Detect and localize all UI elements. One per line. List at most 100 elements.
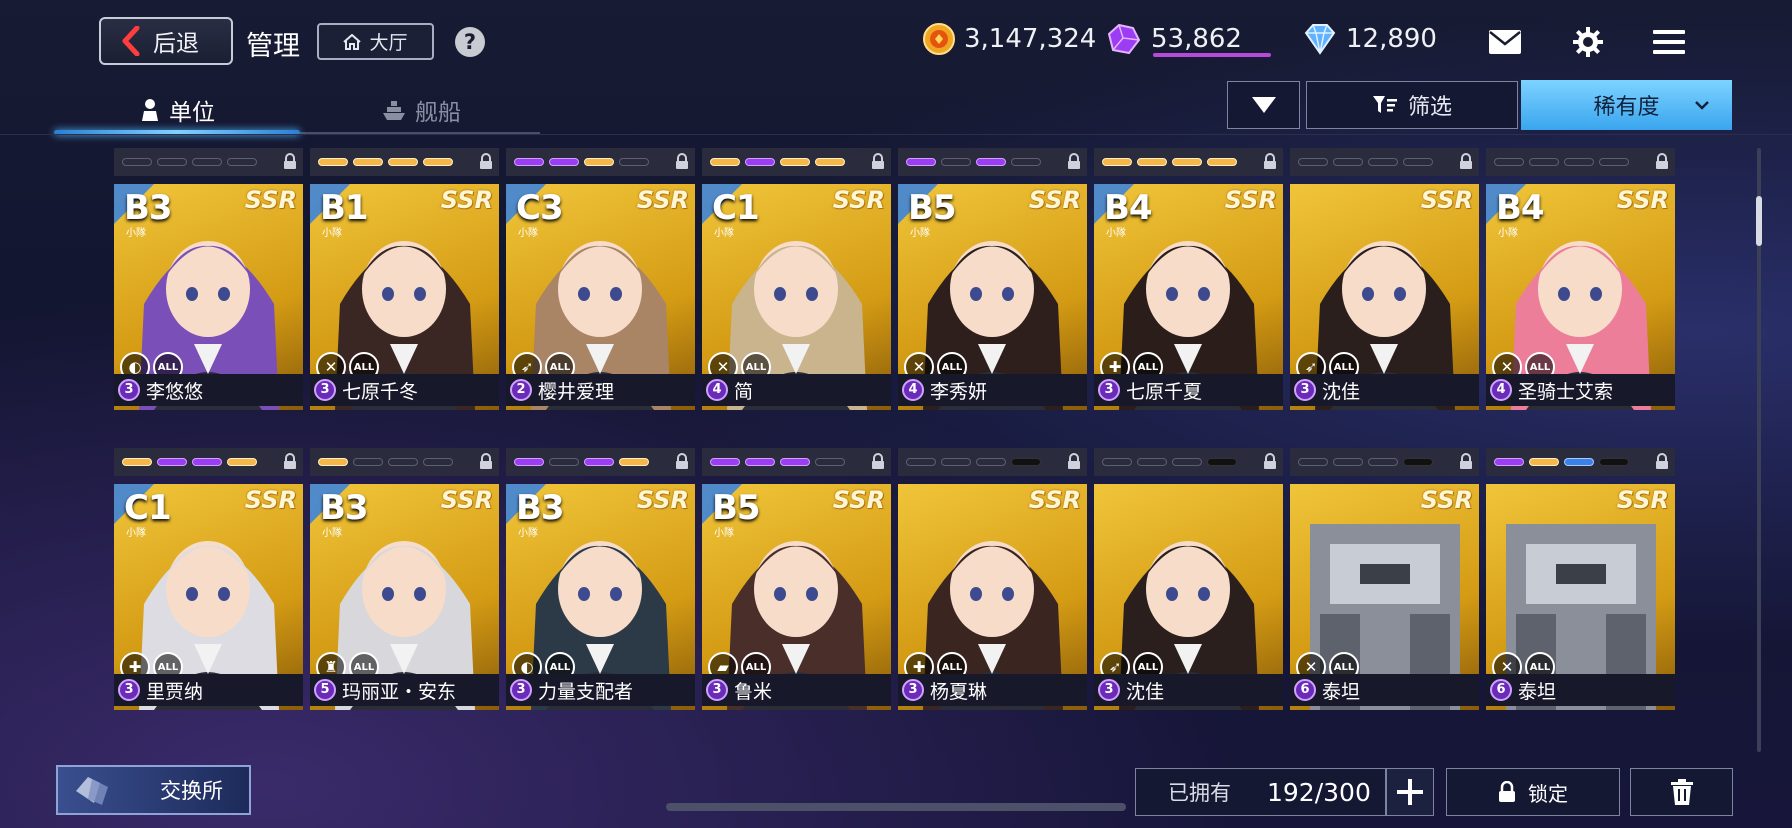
header-divider	[0, 134, 1792, 135]
lock-icon[interactable]	[479, 453, 493, 470]
rarity-badge: SSR	[440, 486, 493, 514]
unit-name: 沈佳	[1322, 380, 1361, 403]
sort-rarity-label: 稀有度	[1593, 95, 1660, 120]
squad-rank: B3	[516, 488, 565, 528]
unit-card[interactable]: ➶ALLLv.3★★★★★★3沈佳	[1094, 448, 1283, 710]
tab-ships[interactable]: 舰船	[382, 90, 461, 130]
squad-rank: C1	[124, 488, 172, 528]
back-button[interactable]: 后退	[99, 17, 233, 65]
lock-icon[interactable]	[871, 453, 885, 470]
name-row: 3 力量支配者	[506, 674, 695, 706]
unit-card[interactable]: B5小隊SSR✕ALLLv.90★★★★★★4李秀妍	[898, 148, 1087, 410]
lock-icon[interactable]	[1263, 453, 1277, 470]
rarity-badge: SSR	[440, 186, 493, 214]
rarity-badge: SSR	[1028, 486, 1081, 514]
dismiss-unit-button[interactable]	[1630, 768, 1733, 816]
squad-label: 小隊	[518, 528, 538, 539]
triangle-down-icon	[1251, 97, 1276, 113]
gear-slot-pip	[549, 458, 579, 466]
lobby-button[interactable]: 大厅	[317, 23, 434, 60]
gear-slot-pip	[1564, 458, 1594, 466]
filter-button[interactable]: 筛选	[1306, 81, 1518, 129]
lock-icon[interactable]	[1067, 453, 1081, 470]
squad-label: 小隊	[126, 528, 146, 539]
vertical-scroll-thumb[interactable]	[1756, 196, 1762, 246]
expand-capacity-button[interactable]	[1386, 768, 1434, 816]
lock-icon[interactable]	[1655, 453, 1669, 470]
class-badge: 3	[118, 379, 140, 401]
diamond-amount: 12,890	[1346, 24, 1437, 54]
unit-card[interactable]: SSR✕ALLLv.1★★★★★★6泰坦	[1290, 448, 1479, 710]
gear-slot-pip	[941, 158, 971, 166]
gear-slot-pip	[227, 458, 257, 466]
lock-icon[interactable]	[283, 153, 297, 170]
settings-button[interactable]	[1568, 22, 1608, 62]
gold-currency[interactable]: 3,147,324	[922, 22, 1096, 56]
unit-name: 鲁米	[734, 680, 773, 703]
unit-card[interactable]: B1小隊SSR✕ALLLv.100★★★★★★3七原千冬	[310, 148, 499, 410]
unit-card[interactable]: SSR✚ALLLv.24★★★★★★3杨夏琳	[898, 448, 1087, 710]
unit-card[interactable]: B3小隊SSR◐ALLLv.59★★★★★★3力量支配者	[506, 448, 695, 710]
gear-icon	[1573, 27, 1603, 57]
exchange-button[interactable]: 交换所	[56, 765, 251, 815]
gear-slot-pip	[780, 458, 810, 466]
sort-rarity-dropdown[interactable]: 稀有度	[1521, 80, 1732, 130]
menu-button[interactable]	[1649, 22, 1689, 62]
gear-slot-pip	[353, 158, 383, 166]
class-badge: 3	[118, 679, 140, 701]
unit-card[interactable]: B5小隊SSR▰ALLLv.50★★★★★★3鲁米	[702, 448, 891, 710]
plus-icon	[1397, 779, 1423, 805]
lock-icon[interactable]	[871, 153, 885, 170]
unit-card[interactable]: C1小隊SSR✕ALLLv.95★★★★★★4简	[702, 148, 891, 410]
lock-icon[interactable]	[675, 453, 689, 470]
unit-card[interactable]: C1小隊SSR✚ALLLv.75★★★★★★3里贾纳	[114, 448, 303, 710]
help-button[interactable]: ?	[455, 27, 485, 57]
rarity-badge: SSR	[1420, 486, 1473, 514]
gear-slot-pip	[122, 158, 152, 166]
lock-icon[interactable]	[283, 453, 297, 470]
gear-slot-pip	[318, 158, 348, 166]
diamond-currency[interactable]: 12,890	[1302, 22, 1437, 56]
unit-card[interactable]: B3小隊SSR◐ALLLv.100★★★★★★3李悠悠	[114, 148, 303, 410]
unit-card[interactable]: C3小隊SSR➶ALLLv.100★★★★★★2樱井爱理	[506, 148, 695, 410]
unit-card[interactable]: B4小隊SSR✕ALLLv.88★★★★★★4圣骑士艾索	[1486, 148, 1675, 410]
gear-slot-bar	[898, 148, 1087, 176]
tab-units[interactable]: 单位	[140, 90, 215, 130]
page-title: 管理	[246, 31, 300, 62]
lock-icon[interactable]	[479, 153, 493, 170]
lock-icon[interactable]	[1263, 153, 1277, 170]
hamburger-menu-icon	[1653, 30, 1685, 54]
trash-icon	[1670, 779, 1693, 805]
unit-card[interactable]: B4小隊SSR✚ALLLv.90★★★★★★3七原千夏	[1094, 148, 1283, 410]
lock-icon[interactable]	[675, 153, 689, 170]
name-row: 3 里贾纳	[114, 674, 303, 706]
lock-button[interactable]: 锁定	[1446, 768, 1620, 816]
gear-slot-bar	[1094, 448, 1283, 476]
squad-label: 小隊	[910, 228, 930, 239]
class-badge: 4	[902, 379, 924, 401]
unit-card[interactable]: B3小隊SSR♜ALLLv.70★★★★★★5玛丽亚・安东	[310, 448, 499, 710]
gem-currency[interactable]: 53,862	[1103, 22, 1242, 56]
lock-icon[interactable]	[1655, 153, 1669, 170]
lock-icon[interactable]	[1459, 153, 1473, 170]
gold-coin-icon	[923, 23, 955, 55]
gear-slot-pip	[1599, 458, 1629, 466]
gear-slot-pip	[1368, 458, 1398, 466]
unit-card[interactable]: SSR✕ALLLv.1★★★★★★6泰坦	[1486, 448, 1675, 710]
gear-slot-bar	[506, 148, 695, 176]
unit-card[interactable]: SSR➶ALLLv.90★★★★★★3沈佳	[1290, 148, 1479, 410]
name-row: 6 泰坦	[1486, 674, 1675, 706]
gear-slot-bar	[1094, 148, 1283, 176]
exchange-crystal-icon	[76, 777, 108, 805]
mail-button[interactable]	[1485, 22, 1525, 62]
horizontal-scrollbar[interactable]	[666, 803, 1126, 811]
class-badge: 5	[314, 679, 336, 701]
gear-slot-pip	[619, 158, 649, 166]
name-row: 3 七原千夏	[1094, 374, 1283, 406]
sort-order-toggle[interactable]	[1227, 81, 1300, 129]
squad-rank: B4	[1496, 188, 1545, 228]
lock-icon[interactable]	[1459, 453, 1473, 470]
gear-slot-pip	[1333, 158, 1363, 166]
lock-icon[interactable]	[1067, 153, 1081, 170]
gear-slot-pip	[157, 158, 187, 166]
